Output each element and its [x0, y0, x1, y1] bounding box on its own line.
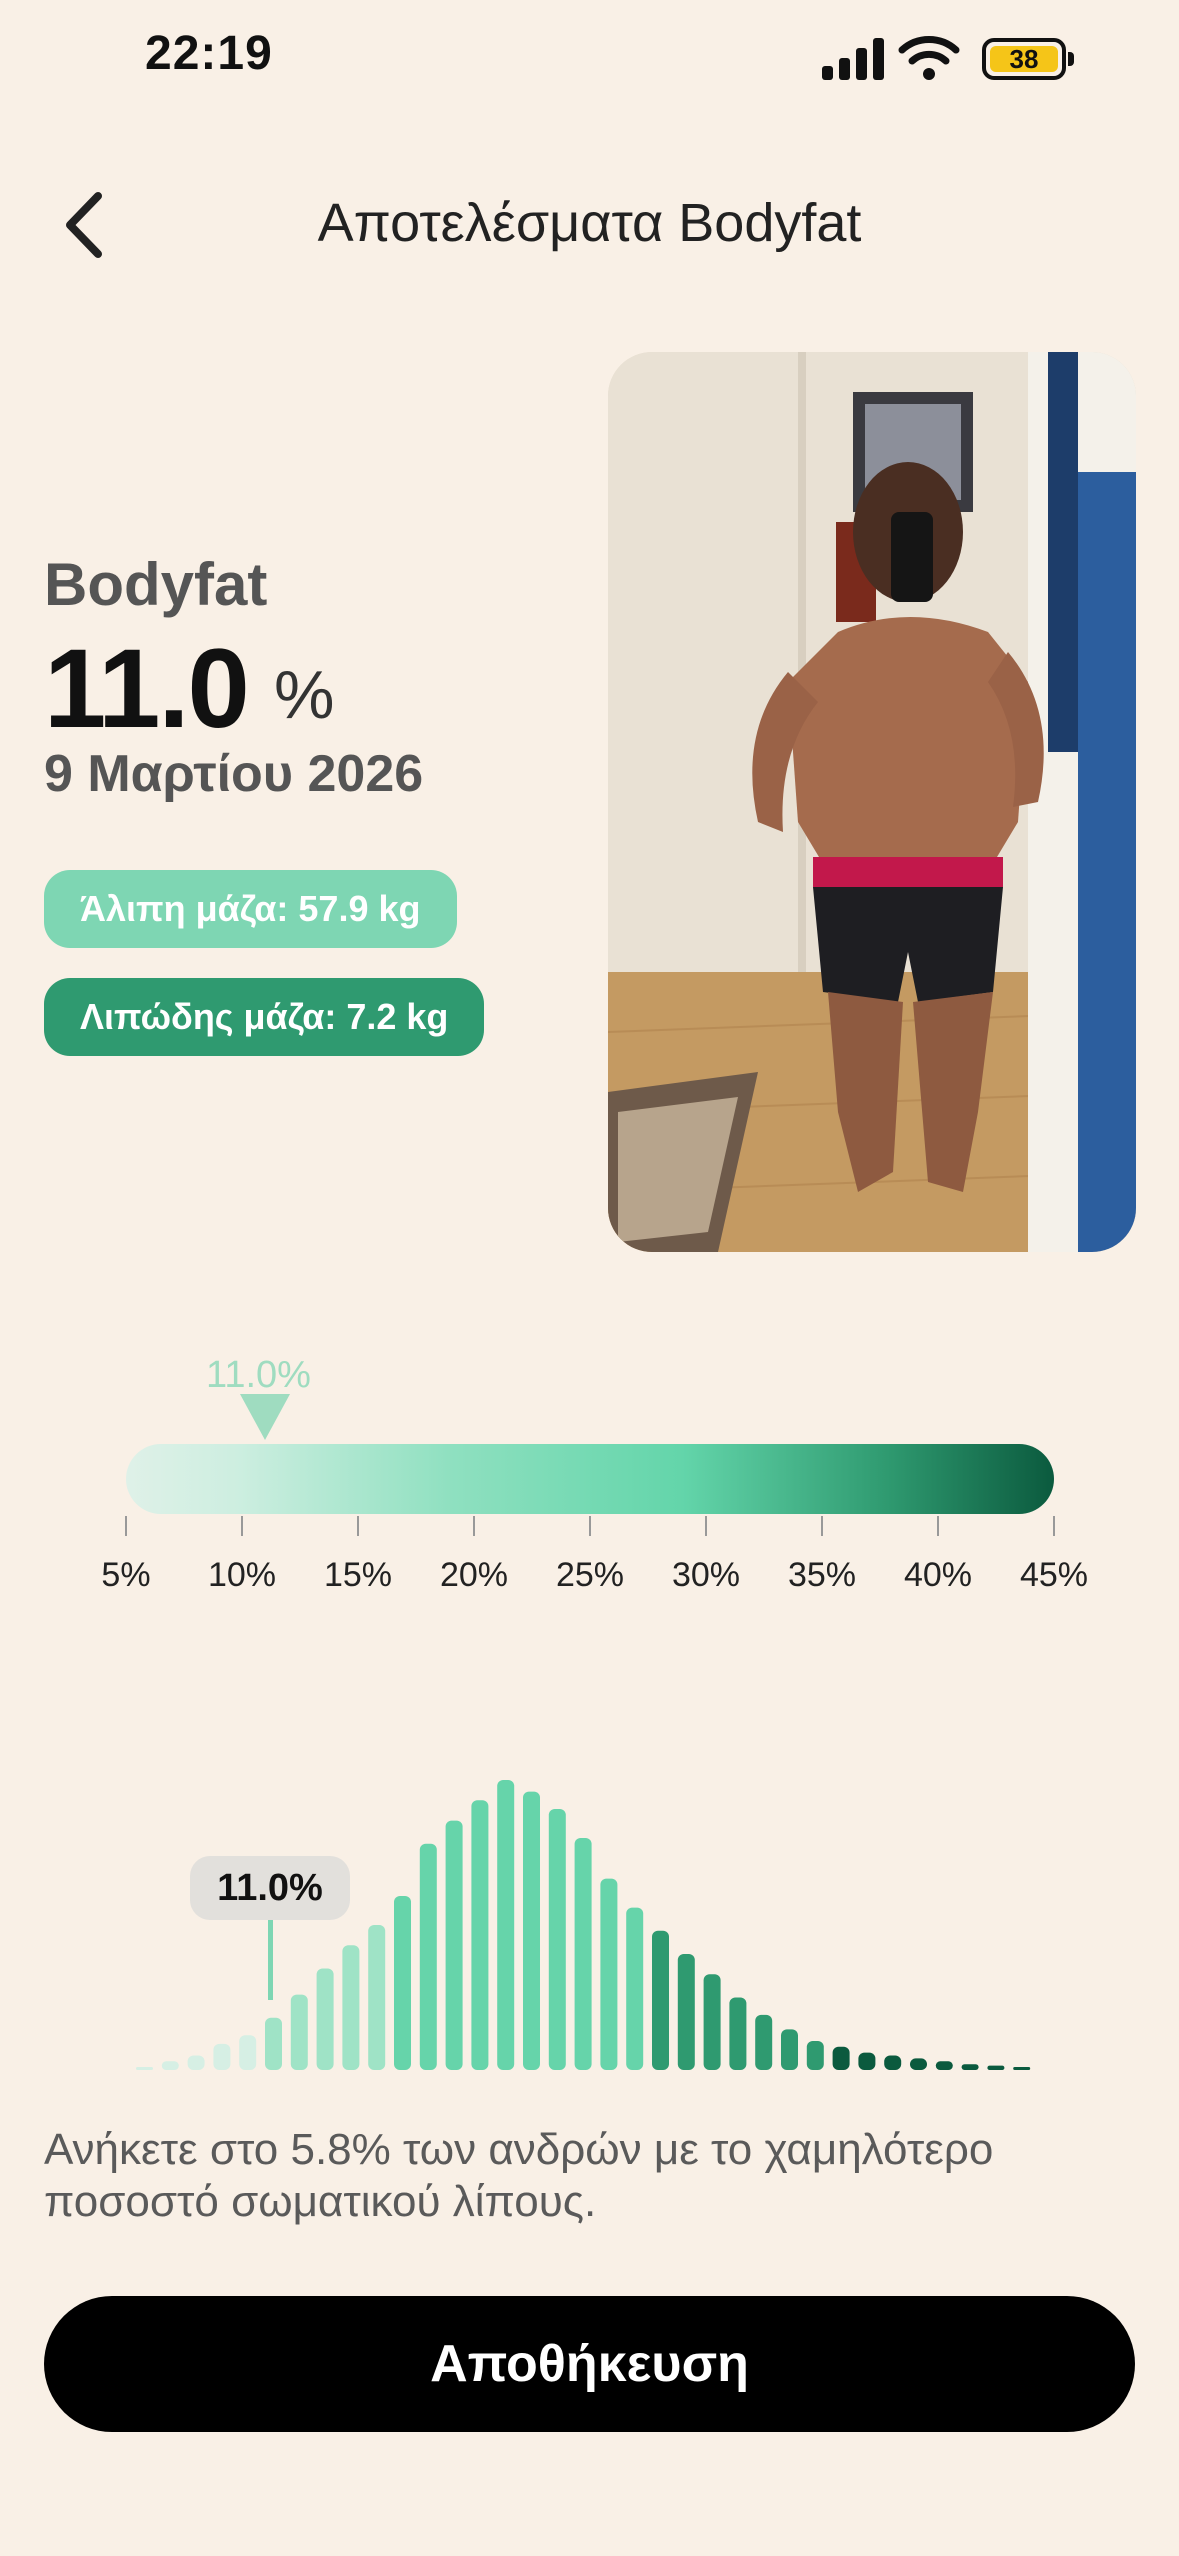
distribution-bar [290, 1994, 308, 2070]
distribution-bar [445, 1820, 463, 2070]
percentile-description: Ανήκετε στο 5.8% των ανδρών με το χαμηλό… [44, 2125, 994, 2226]
bodyfat-value: 11.0 [44, 626, 250, 751]
distribution-bar [729, 1997, 747, 2070]
distribution-bar [858, 2052, 876, 2070]
page-title: Αποτελέσματα Bodyfat [317, 193, 862, 253]
scale-tick-label: 25% [555, 1556, 625, 1594]
distribution-bar [394, 1896, 411, 2070]
save-button[interactable]: Αποθήκευση [44, 2296, 1135, 2432]
measurement-date: 9 Μαρτίου 2026 [44, 745, 424, 803]
distribution-bar [161, 2061, 179, 2070]
distribution-bar [342, 1945, 360, 2070]
distribution-bar [136, 2067, 153, 2070]
distribution-bar [961, 2064, 979, 2070]
distribution-bar [213, 2043, 231, 2070]
scale-tick [937, 1516, 939, 1536]
distribution-bar [781, 2029, 798, 2070]
distribution-bar [574, 1838, 592, 2070]
scale-tick-label: 10% [207, 1556, 277, 1594]
lean-mass-badge: Άλιπη μάζα: 57.9 kg [44, 870, 457, 948]
distribution-chart [136, 1780, 1031, 2070]
scale-tick-label: 15% [323, 1556, 393, 1594]
distribution-bar [806, 2041, 824, 2070]
scale-tick [357, 1516, 359, 1536]
scale-tick [125, 1516, 127, 1536]
distribution-bar [1013, 2067, 1031, 2070]
distribution-bar [368, 1925, 386, 2070]
scale-tick [241, 1516, 243, 1536]
distribution-bar [935, 2061, 953, 2070]
distribution-bar [677, 1954, 695, 2070]
distribution-bar [703, 1974, 721, 2070]
distribution-bar [910, 2058, 927, 2070]
scale-tick [705, 1516, 707, 1536]
distribution-bar [265, 2017, 282, 2070]
scale-tick [589, 1516, 591, 1536]
fat-mass-badge: Λιπώδης μάζα: 7.2 kg [44, 978, 485, 1056]
distribution-bar [626, 1907, 644, 2070]
scale-tick-label: 35% [787, 1556, 857, 1594]
battery-icon: 38 [982, 38, 1074, 80]
scale-tick [473, 1516, 475, 1536]
scale-tick [821, 1516, 823, 1536]
distribution-bar [832, 2046, 850, 2070]
status-time: 22:19 [145, 27, 273, 80]
scale-tick-label: 40% [903, 1556, 973, 1594]
distribution-bar [600, 1878, 618, 2070]
scale-tick-label: 30% [671, 1556, 741, 1594]
distribution-bar [419, 1843, 437, 2070]
scale-tick [1053, 1516, 1055, 1536]
cellular-signal-icon [822, 36, 884, 80]
distribution-bar [523, 1791, 540, 2070]
scale-marker-triangle [240, 1394, 291, 1440]
bodyfat-scale-bar [126, 1444, 1054, 1514]
bodyfat-label: Bodyfat [44, 551, 268, 618]
bodyfat-unit: % [274, 657, 335, 733]
distribution-bar [239, 2035, 257, 2070]
distribution-bar [987, 2065, 1005, 2070]
distribution-bar [497, 1780, 515, 2070]
distribution-tooltip: 11.0% [190, 1856, 350, 1920]
scale-tick-label: 20% [439, 1556, 509, 1594]
distribution-bar [884, 2055, 902, 2070]
distribution-bar [652, 1930, 669, 2070]
scale-marker-label: 11.0% [206, 1354, 311, 1396]
scale-tick-label: 5% [101, 1556, 151, 1594]
distribution-bar [755, 2014, 773, 2070]
distribution-marker-line [268, 1920, 273, 2000]
wifi-icon [898, 36, 960, 80]
body-photo [608, 352, 1136, 1252]
distribution-bar [471, 1800, 489, 2070]
battery-level: 38 [990, 46, 1058, 72]
distribution-bar [548, 1809, 566, 2070]
scale-tick-label: 45% [1019, 1556, 1089, 1594]
distribution-bar [187, 2055, 205, 2070]
distribution-bar [316, 1968, 334, 2070]
